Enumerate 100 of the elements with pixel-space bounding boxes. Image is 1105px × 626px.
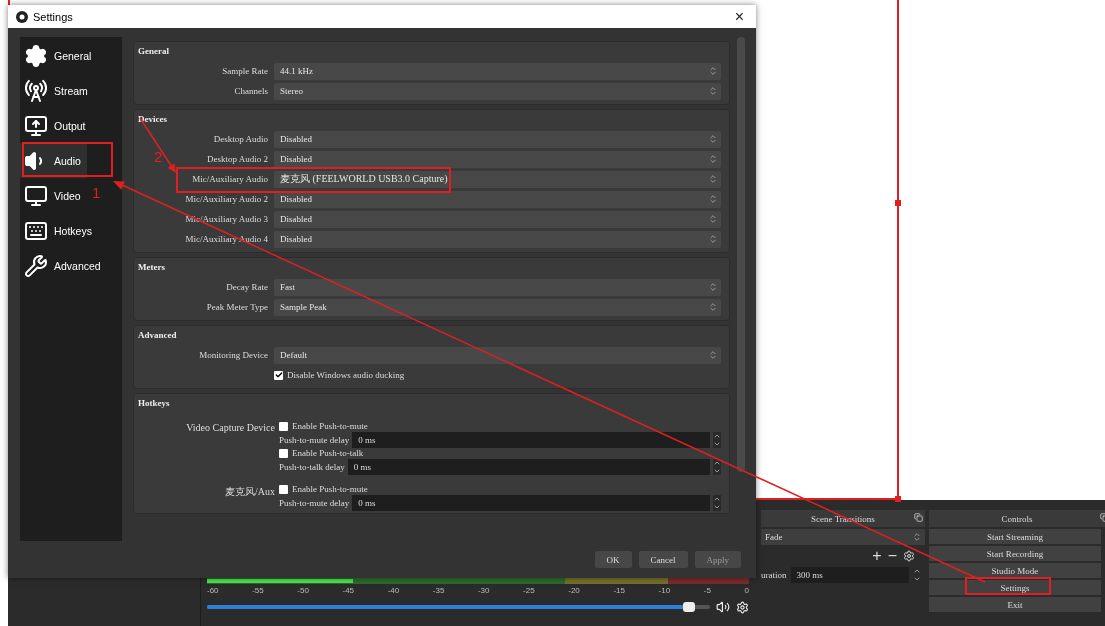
scrollbar[interactable] [737, 37, 745, 472]
annotation-arrow [139, 117, 176, 173]
sidebar-item[interactable]: Hotkeys [20, 213, 98, 248]
delay-field[interactable]: 0 ms [347, 458, 710, 475]
select-field[interactable]: Disabled [274, 130, 721, 148]
field-label: Decay Rate [226, 282, 268, 292]
gear-icon [24, 43, 48, 68]
resize-handle[interactable] [895, 496, 901, 502]
duration-field[interactable]: 300 ms [790, 567, 909, 583]
field-label: Push-to-mute delay [279, 497, 350, 508]
dialog-button[interactable]: Cancel [638, 551, 688, 568]
field-label: Sample Rate [222, 66, 268, 76]
select-field[interactable]: Disabled [274, 210, 721, 228]
scale-label: -40 [387, 586, 400, 595]
scale-label: -15 [613, 586, 625, 595]
field-label: Mic/Auxiliary Audio [192, 174, 268, 184]
spinner-icon[interactable] [708, 174, 718, 184]
remove-button[interactable]: − [887, 547, 897, 565]
select-field[interactable]: Stereo [274, 82, 721, 100]
select-field[interactable]: 麦克风 (FEELWORLD USB3.0 Capture) [274, 170, 721, 188]
sidebar-item[interactable]: General [20, 38, 98, 73]
step-number: 1 [92, 184, 101, 201]
scale-label: -30 [477, 586, 490, 595]
group-title: General [138, 45, 170, 58]
scale-label: -10 [658, 586, 671, 595]
source-label: 麦克风/Aux [224, 485, 275, 499]
spinner-icon[interactable] [713, 431, 721, 448]
field-label: Desktop Audio 2 [207, 154, 268, 164]
checkbox-label: Disable Windows audio ducking [287, 370, 405, 380]
spinner-icon[interactable] [708, 86, 718, 96]
group-title: Hotkeys [138, 397, 171, 410]
sidebar-item[interactable]: Video [20, 178, 87, 213]
monitor-icon [24, 183, 48, 208]
undock-icon[interactable] [914, 513, 923, 522]
control-button[interactable]: Exit [929, 597, 1101, 612]
checkbox[interactable] [279, 421, 288, 431]
tools-icon [24, 253, 48, 278]
control-button[interactable]: Start Recording [929, 546, 1101, 561]
select-field[interactable]: Disabled [274, 190, 721, 208]
field-label: Mic/Auxiliary Audio 4 [185, 234, 268, 244]
select-field[interactable]: Default [274, 346, 721, 364]
spinner-icon[interactable] [708, 302, 718, 312]
select-field[interactable]: 44.1 kHz [274, 62, 721, 80]
select-field[interactable]: Disabled [274, 230, 721, 248]
settings-icon[interactable] [736, 600, 749, 614]
sidebar-item[interactable]: Stream [20, 73, 94, 108]
field-label: Push-to-mute delay [279, 434, 350, 445]
spinner-icon[interactable] [912, 532, 922, 542]
group-title: Devices [138, 113, 168, 126]
spinner-icon[interactable] [708, 66, 718, 76]
app-logo-icon [16, 10, 28, 23]
control-button[interactable]: Settings [929, 580, 1101, 595]
field-label: Monitoring Device [199, 350, 268, 360]
scale-label: -5 [703, 586, 711, 595]
add-button[interactable]: + [872, 547, 882, 565]
dialog-button[interactable]: OK [594, 551, 632, 568]
scale-label: -35 [432, 586, 445, 595]
select-field[interactable]: Disabled [274, 150, 721, 168]
spinner-icon[interactable] [713, 458, 721, 475]
spinner-icon[interactable] [708, 194, 718, 204]
checkbox-label: Enable Push-to-mute [292, 484, 368, 494]
checkbox[interactable] [274, 370, 283, 380]
dock-header: Controls [929, 510, 1105, 527]
scale-label: -55 [252, 586, 264, 595]
volume-slider[interactable] [207, 605, 710, 609]
field-label: Push-to-talk delay [279, 461, 345, 472]
spinner-icon[interactable] [708, 134, 718, 144]
transition-select[interactable]: Fade [761, 529, 925, 545]
field-label: Mic/Auxiliary Audio 2 [185, 194, 268, 204]
field-label: Desktop Audio [213, 134, 268, 144]
group-title: Advanced [138, 329, 178, 342]
delay-field[interactable]: 0 ms [352, 494, 710, 511]
scale-label: -25 [523, 586, 535, 595]
spinner-icon[interactable] [713, 494, 721, 511]
field-label: uration [761, 570, 787, 580]
select-field[interactable]: Fast [274, 278, 721, 296]
source-label: Video Capture Device [185, 421, 275, 435]
scale-label: -45 [342, 586, 355, 595]
checkbox[interactable] [279, 484, 288, 494]
scale-label: -20 [568, 586, 580, 595]
control-button[interactable]: Studio Mode [929, 563, 1101, 578]
control-button[interactable]: Start Streaming [929, 529, 1101, 544]
checkbox-label: Enable Push-to-mute [292, 421, 368, 431]
group-title: Meters [138, 261, 166, 274]
delay-field[interactable]: 0 ms [352, 431, 710, 448]
spinner-icon[interactable] [708, 214, 718, 224]
sidebar-item[interactable]: Advanced [20, 248, 107, 283]
checkbox[interactable] [279, 448, 288, 458]
spinner-icon[interactable] [708, 282, 718, 292]
scale-label: -60 [207, 586, 219, 595]
resize-handle[interactable] [895, 200, 901, 206]
speaker-icon[interactable] [716, 600, 730, 614]
close-button[interactable]: × [730, 7, 748, 26]
spinner-icon[interactable] [708, 154, 718, 164]
settings-icon[interactable] [903, 550, 915, 562]
sidebar-item[interactable]: Output [20, 108, 92, 143]
spinner-icon[interactable] [708, 234, 718, 244]
window-title: Settings [33, 10, 74, 23]
spinner-icon[interactable] [708, 350, 718, 360]
select-field[interactable]: Sample Peak [274, 298, 721, 316]
